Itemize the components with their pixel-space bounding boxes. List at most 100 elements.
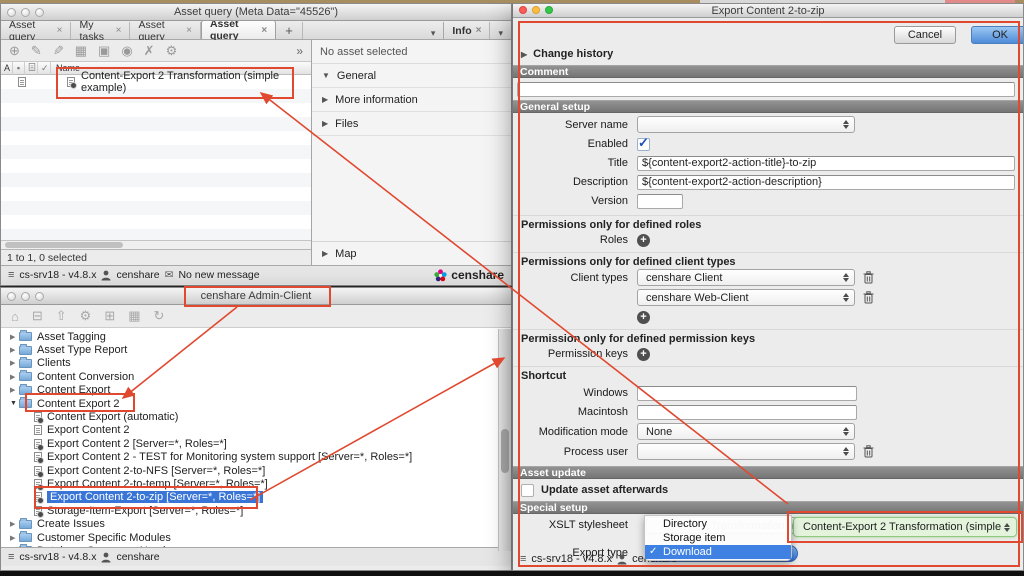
edit-metadata-icon[interactable]: ✎ — [53, 43, 64, 59]
connection-icon[interactable]: ⌂ — [11, 309, 19, 324]
tab-asset-query-2[interactable]: Asset query× — [130, 22, 200, 39]
relations-icon[interactable]: ▦ — [75, 43, 87, 59]
menu-item-directory[interactable]: Directory — [645, 517, 791, 531]
disclosure-right-icon[interactable]: ▶ — [10, 373, 19, 381]
close-window-icon[interactable] — [7, 8, 16, 17]
tree-item-export-content-2-to-temp[interactable]: Export Content 2-to-temp [Server=*, Role… — [1, 477, 511, 490]
tree-item-database-sequence-numbers[interactable]: ▶Database Sequence Numbers — [1, 544, 511, 547]
windows-shortcut-input[interactable] — [637, 386, 857, 401]
macintosh-shortcut-input[interactable] — [637, 405, 857, 420]
zoom-window-icon[interactable] — [545, 6, 553, 14]
column-check-icon[interactable]: ✓ — [38, 62, 51, 75]
refresh-icon[interactable]: ↻ — [154, 308, 165, 324]
client-type-select-1[interactable]: censhare Client — [637, 269, 855, 286]
ok-button[interactable]: OK — [971, 26, 1023, 44]
toolbar-overflow-icon[interactable]: » — [296, 44, 303, 58]
vertical-scrollbar[interactable] — [498, 329, 511, 551]
tab-close-icon[interactable]: × — [186, 25, 192, 36]
client-type-select-2[interactable]: censhare Web-Client — [637, 289, 855, 306]
remove-client-type-icon[interactable] — [863, 271, 874, 284]
info-section-general[interactable]: ▼ General — [312, 64, 511, 88]
tree-item-content-export[interactable]: ▶Content Export — [1, 384, 511, 397]
asset-row[interactable]: Content-Export 2 Transformation (simple … — [1, 75, 311, 89]
zoom-window-icon[interactable] — [35, 8, 44, 17]
tree-item-clients[interactable]: ▶Clients — [1, 357, 511, 370]
delete-icon[interactable]: ✗ — [144, 43, 155, 59]
zoom-window-icon[interactable] — [35, 292, 44, 301]
structure-icon[interactable]: ▦ — [128, 308, 140, 324]
column-file-icon[interactable] — [25, 62, 38, 75]
info-section-map[interactable]: ▶ Map — [312, 241, 511, 265]
column-color-icon[interactable]: ▪ — [13, 62, 25, 75]
change-history-section[interactable]: ▶ Change history — [513, 47, 1023, 62]
disclosure-right-icon[interactable]: ▶ — [10, 346, 19, 354]
comment-input[interactable] — [517, 82, 1015, 97]
tab-close-icon[interactable]: × — [57, 25, 63, 36]
update-asset-checkbox[interactable] — [521, 484, 534, 497]
tree-item-export-content-2[interactable]: Export Content 2 — [1, 424, 511, 437]
info-section-files[interactable]: ▶ Files — [312, 112, 511, 136]
query-result-list[interactable]: Content-Export 2 Transformation (simple … — [1, 75, 311, 240]
tree-item-export-content-2-test[interactable]: Export Content 2 - TEST for Monitoring s… — [1, 451, 511, 464]
description-input[interactable] — [637, 175, 1015, 190]
compare-icon[interactable]: ⊞ — [104, 308, 115, 324]
new-asset-icon[interactable]: ⊕ — [9, 43, 20, 59]
enabled-checkbox[interactable] — [637, 138, 650, 151]
upload-icon[interactable]: ⇧ — [56, 308, 67, 324]
modification-mode-select[interactable]: None — [637, 423, 855, 440]
tree-item-content-export-2[interactable]: ▼Content Export 2 — [1, 397, 511, 410]
xslt-stylesheet-select[interactable]: Content-Export 2 Transformation (simple … — [793, 517, 1017, 537]
tree-item-export-content-2-to-zip[interactable]: Export Content 2-to-zip [Server=*, Roles… — [1, 491, 511, 504]
server-list-icon[interactable]: ≡ — [520, 553, 526, 565]
delete-icon[interactable]: ⊟ — [32, 308, 43, 324]
scrollbar-thumb[interactable] — [5, 242, 123, 248]
window-controls[interactable] — [7, 292, 44, 301]
server-name-select[interactable] — [637, 116, 855, 133]
window-controls[interactable] — [519, 6, 553, 14]
version-input[interactable] — [637, 194, 683, 209]
disclosure-right-icon[interactable]: ▶ — [10, 359, 19, 367]
tab-overflow-icon[interactable]: ▾ — [423, 28, 444, 39]
menu-item-download[interactable]: ✓Download — [645, 545, 791, 559]
tab-close-icon[interactable]: × — [261, 25, 267, 36]
menu-item-storage-item[interactable]: Storage item — [645, 531, 791, 545]
tree-item-customer-specific-modules[interactable]: ▶Customer Specific Modules — [1, 531, 511, 544]
settings-gear-icon[interactable]: ⚙ — [80, 308, 92, 324]
admin-titlebar[interactable]: censhare Admin-Client — [1, 288, 511, 305]
dialog-titlebar[interactable]: Export Content 2-to-zip — [513, 4, 1023, 18]
preview-icon[interactable]: ◉ — [121, 43, 132, 59]
tree-item-asset-tagging[interactable]: ▶Asset Tagging — [1, 330, 511, 343]
disclosure-down-icon[interactable]: ▼ — [10, 400, 19, 407]
disclosure-right-icon[interactable]: ▶ — [10, 534, 19, 542]
disclosure-right-icon[interactable]: ▶ — [10, 333, 19, 341]
settings-gear-icon[interactable]: ⚙ — [166, 43, 178, 59]
tree-item-export-content-2-to-nfs[interactable]: Export Content 2-to-NFS [Server=*, Roles… — [1, 464, 511, 477]
minimize-window-icon[interactable] — [21, 8, 30, 17]
disclosure-right-icon[interactable]: ▶ — [10, 520, 19, 528]
disclosure-right-icon[interactable]: ▶ — [10, 386, 19, 394]
new-tab-button[interactable]: + — [276, 22, 303, 39]
asset-query-titlebar[interactable]: Asset query (Meta Data="45526") — [1, 4, 511, 21]
tab-info[interactable]: Info× — [443, 22, 490, 39]
tab-asset-query-3[interactable]: Asset query× — [201, 20, 276, 39]
save-query-icon[interactable]: ▣ — [98, 43, 110, 59]
tree-item-export-content-2-server[interactable]: Export Content 2 [Server=*, Roles=*] — [1, 437, 511, 450]
tab-my-tasks[interactable]: My tasks× — [71, 22, 130, 39]
tab-close-icon[interactable]: × — [476, 25, 482, 36]
tree-item-content-conversion[interactable]: ▶Content Conversion — [1, 370, 511, 383]
title-input[interactable] — [637, 156, 1015, 171]
column-annotation[interactable]: A — [1, 62, 13, 75]
window-controls[interactable] — [7, 8, 44, 17]
close-window-icon[interactable] — [7, 292, 16, 301]
horizontal-scrollbar[interactable] — [1, 240, 311, 249]
info-section-more-information[interactable]: ▶ More information — [312, 88, 511, 112]
tree-item-create-issues[interactable]: ▶Create Issues — [1, 517, 511, 530]
process-user-select[interactable] — [637, 443, 855, 460]
add-permission-key-icon[interactable]: + — [637, 348, 650, 361]
remove-client-type-icon[interactable] — [863, 291, 874, 304]
tab-asset-query-1[interactable]: Asset query× — [1, 22, 71, 39]
server-list-icon[interactable]: ≡ — [8, 551, 14, 563]
tree-item-storage-item-export[interactable]: Storage-Item-Export [Server=*, Roles=*] — [1, 504, 511, 517]
edit-icon[interactable]: ✎ — [31, 43, 42, 59]
message-icon[interactable]: ✉ — [165, 269, 174, 281]
